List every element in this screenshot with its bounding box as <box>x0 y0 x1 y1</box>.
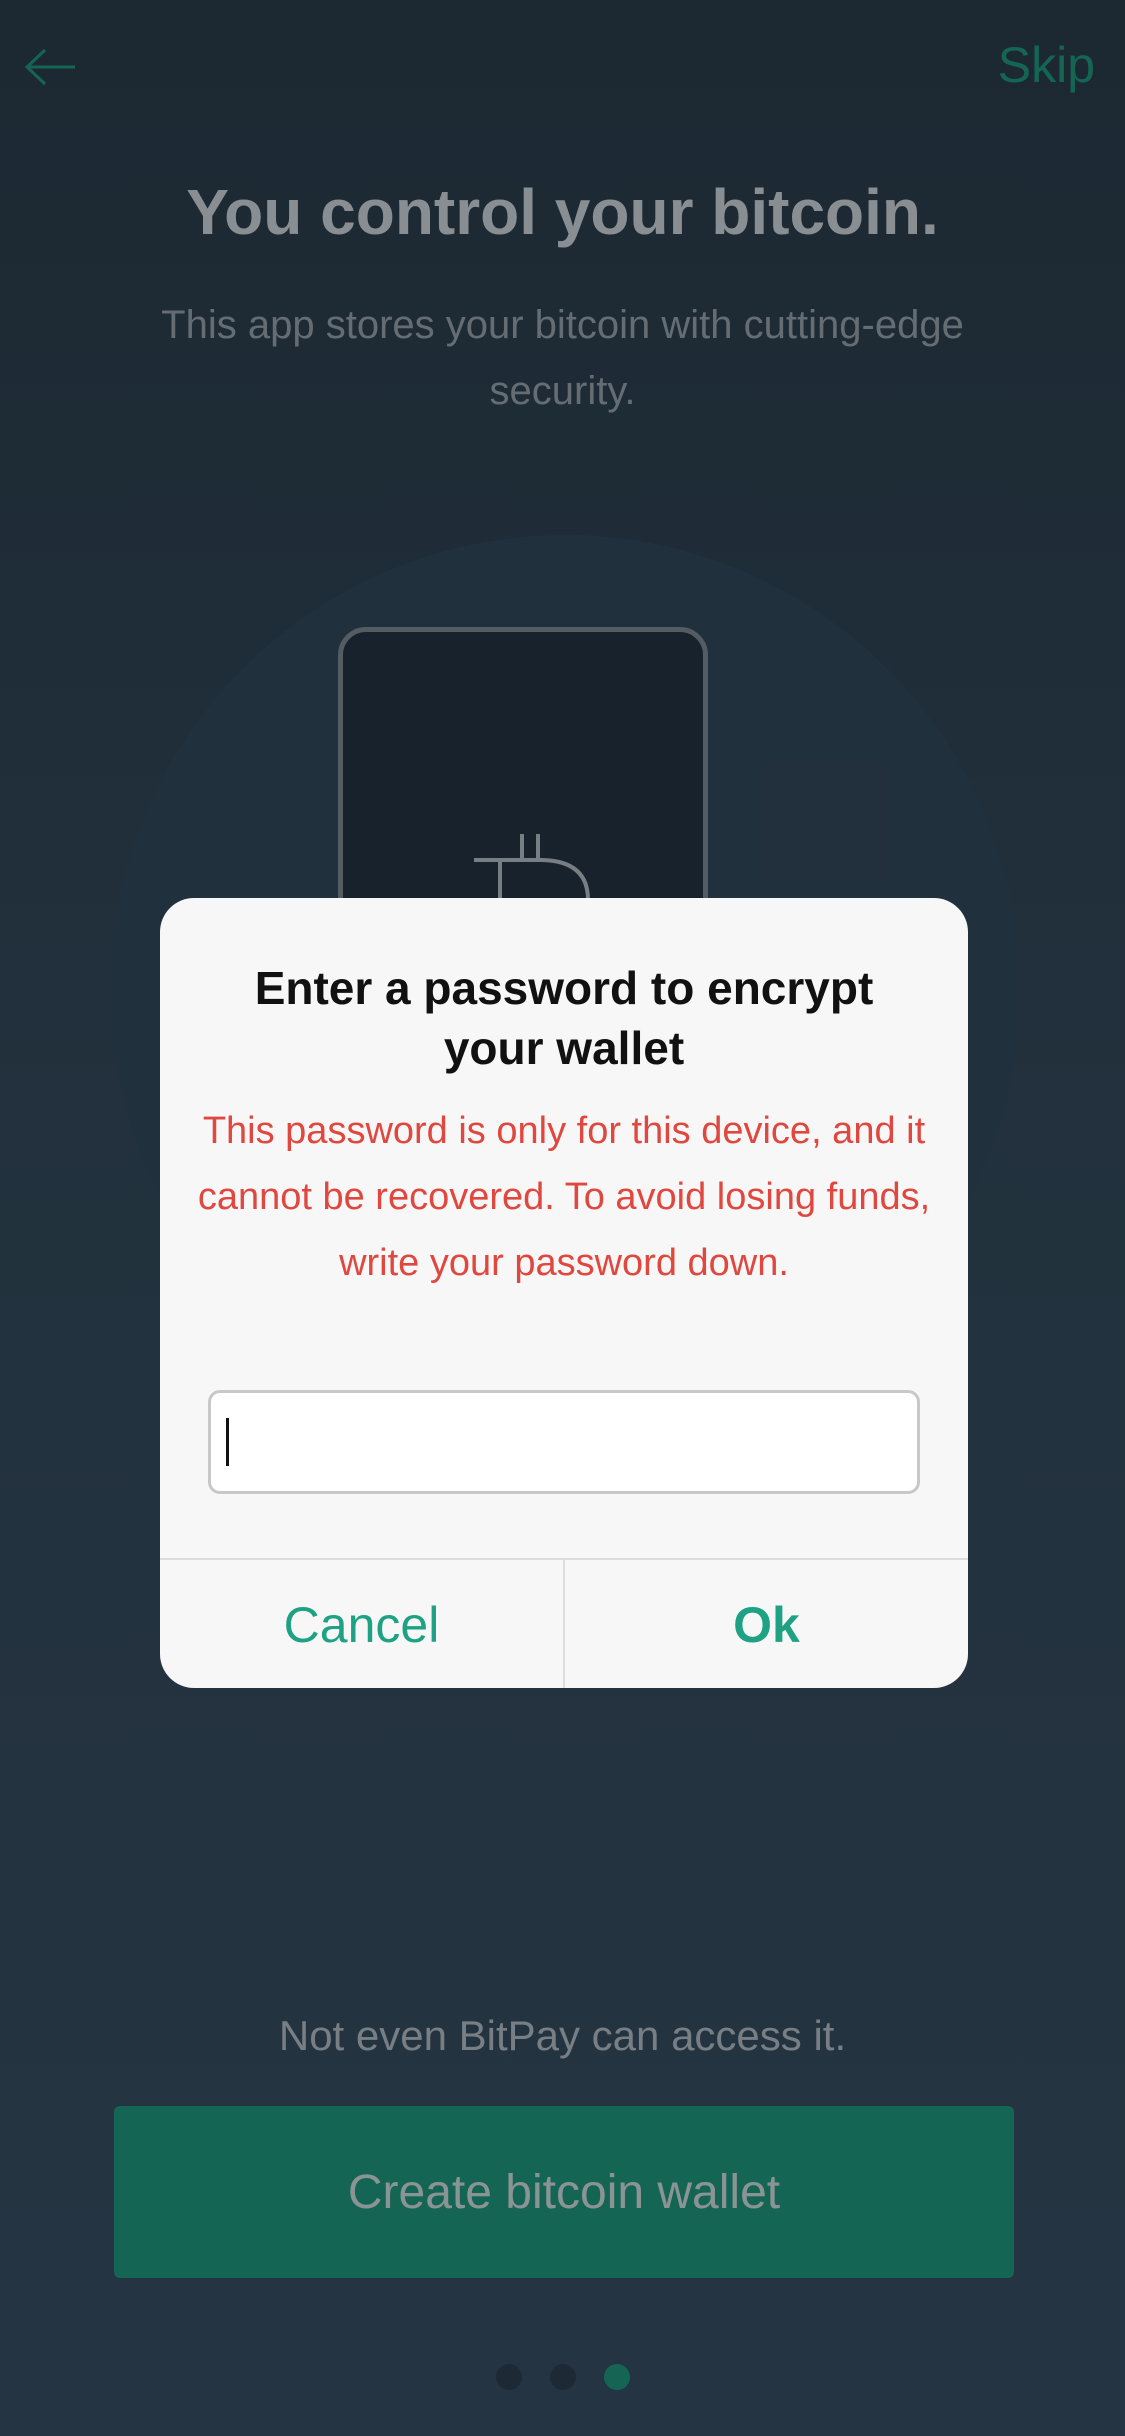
dialog-actions: Cancel Ok <box>160 1558 968 1688</box>
text-cursor <box>226 1418 229 1466</box>
dialog-warning-message: This password is only for this device, a… <box>197 1110 931 1284</box>
password-input[interactable] <box>208 1390 920 1494</box>
onboarding-screen: Skip You control your bitcoin. This app … <box>0 0 1125 2436</box>
cancel-button[interactable]: Cancel <box>160 1560 563 1688</box>
password-dialog: Enter a password to encrypt your wallet … <box>160 898 968 1688</box>
dialog-title: Enter a password to encrypt your wallet <box>254 962 874 1074</box>
ok-button[interactable]: Ok <box>565 1560 968 1688</box>
